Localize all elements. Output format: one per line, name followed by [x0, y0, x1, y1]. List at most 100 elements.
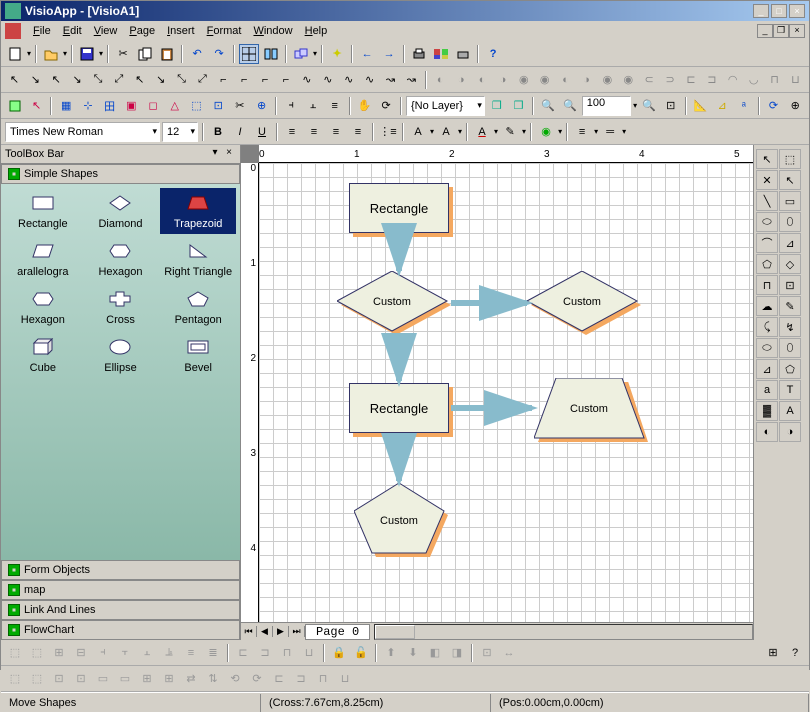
connector-9[interactable]: ⤢ [193, 70, 212, 90]
menu-file[interactable]: File [27, 23, 57, 39]
connector-8[interactable]: ⤡ [172, 70, 191, 90]
connector-13[interactable]: ⌐ [277, 70, 296, 90]
canvas-shape-5[interactable]: Custom [354, 483, 444, 553]
cat-map[interactable]: map [1, 580, 240, 600]
layout-b[interactable]: ⊡ [208, 96, 228, 116]
connector-17[interactable]: ∿ [360, 70, 379, 90]
line-style[interactable]: ≡ [572, 122, 592, 142]
cat-flowchart[interactable]: FlowChart [1, 620, 240, 640]
canvas-shape-0[interactable]: Rectangle [349, 183, 449, 233]
connector-16[interactable]: ∿ [339, 70, 358, 90]
arc-7[interactable]: ◑ [577, 70, 596, 90]
arc-13[interactable]: ⊐ [702, 70, 721, 90]
shape-pentagon[interactable]: Pentagon [160, 284, 236, 330]
right-tool-11-0[interactable]: a [756, 380, 778, 400]
zoom-in[interactable]: 🔍 [538, 96, 558, 116]
align-button[interactable] [261, 44, 281, 64]
connector-7[interactable]: ↘ [151, 70, 170, 90]
page-next[interactable]: ▶ [273, 626, 289, 637]
right-tool-4-1[interactable]: ⊿ [779, 233, 801, 253]
print2-button[interactable] [453, 44, 473, 64]
right-tool-13-0[interactable]: ◐ [756, 422, 778, 442]
arc-9[interactable]: ◉ [619, 70, 638, 90]
shape-cross[interactable]: Cross [83, 284, 159, 330]
menu-insert[interactable]: Insert [161, 23, 201, 39]
align-tool-0[interactable]: ⬚ [5, 643, 25, 663]
connector-15[interactable]: ∿ [318, 70, 337, 90]
connector-11[interactable]: ⌐ [235, 70, 254, 90]
shape-ellipse[interactable]: Ellipse [83, 332, 159, 378]
inc-font[interactable]: A [408, 122, 428, 142]
menu-help[interactable]: Help [299, 23, 334, 39]
menu-view[interactable]: View [88, 23, 124, 39]
right-tool-1-1[interactable]: ↖ [779, 170, 801, 190]
guides-toggle[interactable]: 田 [100, 96, 120, 116]
preview-button[interactable] [431, 44, 451, 64]
btb1-right-1[interactable]: ? [785, 643, 805, 663]
right-tool-9-0[interactable]: ⬭ [756, 338, 778, 358]
arc-4[interactable]: ◉ [514, 70, 533, 90]
arc-8[interactable]: ◉ [598, 70, 617, 90]
flip-tool-4[interactable]: ▭ [93, 669, 113, 689]
right-tool-1-0[interactable]: ✕ [756, 170, 778, 190]
copy-button[interactable] [135, 44, 155, 64]
zoom-out[interactable]: 🔍 [560, 96, 580, 116]
mdi-minimize[interactable]: _ [757, 24, 773, 38]
flip-tool-15[interactable]: ⊔ [335, 669, 355, 689]
flip-tool-9[interactable]: ⇅ [203, 669, 223, 689]
shape-bevel[interactable]: Bevel [160, 332, 236, 378]
flip-tool-10[interactable]: ⟲ [225, 669, 245, 689]
connector-19[interactable]: ↝ [402, 70, 421, 90]
grid-toggle[interactable]: ▦ [56, 96, 76, 116]
right-tool-12-1[interactable]: A [779, 401, 801, 421]
align-tool-16[interactable]: ⬆ [381, 643, 401, 663]
arc-3[interactable]: ◑ [493, 70, 512, 90]
close-button[interactable]: × [789, 4, 805, 18]
grid-button[interactable] [239, 44, 259, 64]
arc-10[interactable]: ⊂ [640, 70, 659, 90]
page-last[interactable]: ⏭ [289, 626, 305, 637]
cat-form-objects[interactable]: Form Objects [1, 560, 240, 580]
cat-link-and-lines[interactable]: Link And Lines [1, 600, 240, 620]
help-button[interactable]: ? [483, 44, 503, 64]
rotate-tool[interactable]: ⟳ [376, 96, 396, 116]
canvas-shape-1[interactable]: Custom [339, 273, 449, 333]
zoom-fit[interactable]: 🔍 [639, 96, 659, 116]
flip-tool-12[interactable]: ⊏ [269, 669, 289, 689]
toolbox-close[interactable]: × [222, 147, 236, 161]
spacing[interactable]: ≡ [325, 96, 345, 116]
align-tool-17[interactable]: ⬇ [403, 643, 423, 663]
minimize-button[interactable]: _ [753, 4, 769, 18]
measure1[interactable]: 📐 [691, 96, 711, 116]
right-tool-11-1[interactable]: T [779, 380, 801, 400]
right-tool-2-1[interactable]: ▭ [779, 191, 801, 211]
align-tool-18[interactable]: ◧ [425, 643, 445, 663]
flip-tool-8[interactable]: ⇄ [181, 669, 201, 689]
layer-combo[interactable]: {No Layer} [406, 96, 485, 116]
shape-arallelogra[interactable]: arallelogra [5, 236, 81, 282]
zoom-input[interactable]: 100 [582, 96, 631, 116]
flip-tool-6[interactable]: ⊞ [137, 669, 157, 689]
connector-14[interactable]: ∿ [297, 70, 316, 90]
new-button[interactable] [5, 44, 25, 64]
target[interactable]: ⊕ [252, 96, 272, 116]
align-tool-7[interactable]: ⫡ [159, 643, 179, 663]
flip-tool-1[interactable]: ⬚ [27, 669, 47, 689]
layers-button[interactable]: ❒ [487, 96, 507, 116]
maximize-button[interactable]: □ [771, 4, 787, 18]
right-tool-5-0[interactable]: ⬠ [756, 254, 778, 274]
right-tool-13-1[interactable]: ◑ [779, 422, 801, 442]
right-tool-0-0[interactable]: ↖ [756, 149, 778, 169]
arc-16[interactable]: ⊓ [765, 70, 784, 90]
shape-right-triangle[interactable]: Right Triangle [160, 236, 236, 282]
align-tool-8[interactable]: ≡ [181, 643, 201, 663]
tri-toggle[interactable]: △ [165, 96, 185, 116]
shape-hexagon[interactable]: Hexagon [5, 284, 81, 330]
connector-5[interactable]: ⤢ [109, 70, 128, 90]
right-tool-4-0[interactable]: ⌒ [756, 233, 778, 253]
mdi-close[interactable]: × [789, 24, 805, 38]
right-tool-12-0[interactable]: ▓ [756, 401, 778, 421]
shape-diamond[interactable]: Diamond [83, 188, 159, 234]
pointer-mode[interactable]: ↖ [27, 96, 47, 116]
arc-11[interactable]: ⊃ [661, 70, 680, 90]
